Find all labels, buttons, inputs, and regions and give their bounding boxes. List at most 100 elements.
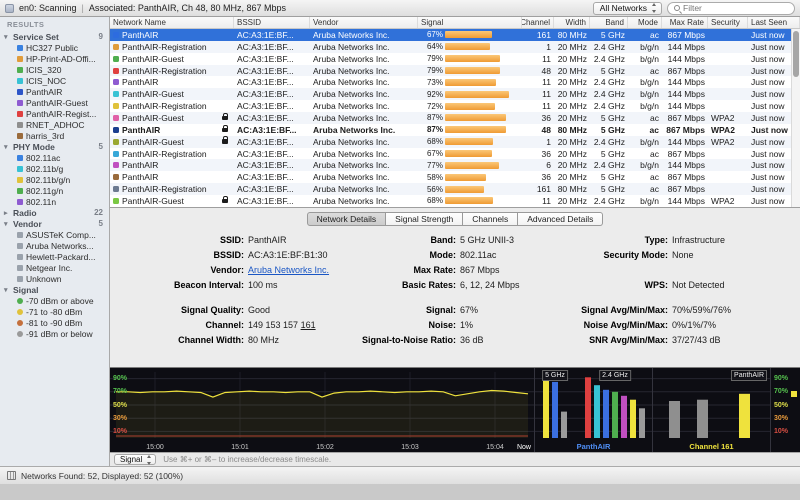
sidebar-item-802-11n[interactable]: 802.11n	[0, 196, 109, 207]
table-scrollbar[interactable]	[791, 29, 800, 207]
filter-field[interactable]	[667, 2, 795, 15]
network-color-icon	[113, 91, 119, 97]
band-cell: 2.4 GHz	[590, 41, 628, 53]
sidebar-item-71-to-80-dbm[interactable]: -71 to -80 dBm	[0, 306, 109, 317]
band-cell: 5 GHz	[590, 112, 628, 124]
table-row[interactable]: PanthAIRAC:A3:1E:BF...Aruba Networks Inc…	[110, 76, 800, 88]
bssid-cell: AC:A3:1E:BF...	[234, 76, 310, 88]
table-row[interactable]: PanthAIRAC:A3:1E:BF...Aruba Networks Inc…	[110, 171, 800, 183]
table-row[interactable]: PanthAIR-RegistrationAC:A3:1E:BF...Aruba…	[110, 183, 800, 195]
table-row[interactable]: PanthAIRAC:A3:1E:BF...Aruba Networks Inc…	[110, 29, 800, 41]
sidebar-item-aruba-networks[interactable]: Aruba Networks...	[0, 240, 109, 251]
tab-signal-strength[interactable]: Signal Strength	[386, 212, 463, 226]
table-row[interactable]: PanthAIR-RegistrationAC:A3:1E:BF...Aruba…	[110, 65, 800, 77]
table-row[interactable]: PanthAIRAC:A3:1E:BF...Aruba Networks Inc…	[110, 124, 800, 136]
column-header-bssid[interactable]: BSSID	[234, 17, 310, 28]
sidebar-item-81-to-90-dbm[interactable]: -81 to -90 dBm	[0, 317, 109, 328]
band-cell: 2.4 GHz	[590, 159, 628, 171]
associated-network-text: Associated: PanthAIR, Ch 48, 80 MHz, 867…	[89, 3, 286, 13]
disclosure-open-icon[interactable]: ▾	[4, 286, 13, 294]
sidebar-item-802-11b-g[interactable]: 802.11b/g	[0, 163, 109, 174]
sidebar-item-802-11g-n[interactable]: 802.11g/n	[0, 185, 109, 196]
sidebar-item-panthair-guest[interactable]: PanthAIR-Guest	[0, 97, 109, 108]
sidebar-item-panthair-regist[interactable]: PanthAIR-Regist...	[0, 108, 109, 119]
table-row[interactable]: PanthAIR-RegistrationAC:A3:1E:BF...Aruba…	[110, 148, 800, 160]
column-header-channel[interactable]: Channel	[522, 17, 554, 28]
networks-filter-dropdown[interactable]: All Networks	[593, 2, 662, 15]
channel-cell: 48	[522, 65, 554, 77]
disclosure-closed-icon[interactable]: ▸	[4, 209, 13, 217]
column-header-vendor[interactable]: Vendor	[310, 17, 418, 28]
scrollbar-thumb[interactable]	[793, 31, 799, 77]
table-row[interactable]: PanthAIR-GuestAC:A3:1E:BF...Aruba Networ…	[110, 88, 800, 100]
sidebar-group-phy-mode[interactable]: ▾PHY Mode5	[0, 141, 109, 152]
sidebar-item-icis-320[interactable]: ICIS_320	[0, 64, 109, 75]
sidebar-item-802-11b-g-n[interactable]: 802.11b/g/n	[0, 174, 109, 185]
table-row[interactable]: PanthAIR-RegistrationAC:A3:1E:BF...Aruba…	[110, 41, 800, 53]
band-cell: 5 GHz	[590, 124, 628, 136]
column-header-width[interactable]: Width	[554, 17, 590, 28]
sidebar-item-netgear-inc[interactable]: Netgear Inc.	[0, 262, 109, 273]
network-color-icon	[17, 166, 23, 172]
table-row[interactable]: PanthAIR-GuestAC:A3:1E:BF...Aruba Networ…	[110, 136, 800, 148]
tab-network-details[interactable]: Network Details	[307, 212, 387, 226]
column-header-last-seen[interactable]: Last Seen	[748, 17, 800, 28]
width-cell: 20 MHz	[554, 41, 590, 53]
sidebar-item-panthair[interactable]: PanthAIR	[0, 86, 109, 97]
network-name: PanthAIR-Registration	[122, 66, 207, 76]
sidebar-group-signal[interactable]: ▾Signal	[0, 284, 109, 295]
table-row[interactable]: PanthAIRAC:A3:1E:BF...Aruba Networks Inc…	[110, 159, 800, 171]
sidebar-item-rnet-adhoc[interactable]: RNET_ADHOC	[0, 119, 109, 130]
width-cell: 20 MHz	[554, 195, 590, 207]
detail-field-max-rate: Max Rate:867 Mbps	[360, 263, 572, 278]
column-header-mode[interactable]: Mode	[628, 17, 662, 28]
column-header-security[interactable]: Security	[708, 17, 748, 28]
security-cell: WPA2	[708, 136, 748, 148]
signal-level-dot	[17, 298, 23, 304]
metric-dropdown[interactable]: Signal	[114, 454, 156, 465]
vendor-link[interactable]: Aruba Networks Inc.	[248, 263, 329, 278]
sidebar-group-radio[interactable]: ▸Radio22	[0, 207, 109, 218]
disclosure-open-icon[interactable]: ▾	[4, 33, 13, 41]
table-row[interactable]: PanthAIR-GuestAC:A3:1E:BF...Aruba Networ…	[110, 195, 800, 207]
column-header-max-rate[interactable]: Max Rate	[662, 17, 708, 28]
network-color-icon	[113, 32, 119, 38]
network-color-icon	[113, 174, 119, 180]
sidebar-item-harris-3rd[interactable]: harris_3rd	[0, 130, 109, 141]
disclosure-open-icon[interactable]: ▾	[4, 220, 13, 228]
sidebar-item-hewlett-packard[interactable]: Hewlett-Packard...	[0, 251, 109, 262]
detail-field-ssid: SSID:PanthAIR	[110, 233, 360, 248]
column-header-network-name[interactable]: Network Name	[110, 17, 234, 28]
width-cell: 20 MHz	[554, 53, 590, 65]
network-name: PanthAIR-Guest	[122, 137, 184, 147]
sidebar-item-70-dbm-or-above[interactable]: -70 dBm or above	[0, 295, 109, 306]
columns-icon[interactable]	[7, 471, 16, 480]
mode-cell: b/g/n	[628, 195, 662, 207]
filter-input[interactable]	[683, 3, 788, 13]
sidebar-item-unknown[interactable]: Unknown	[0, 273, 109, 284]
sidebar-item-91-dbm-or-below[interactable]: -91 dBm or below	[0, 328, 109, 339]
chart-band-comparison: 5 GHz2.4 GHzPanthAIR	[534, 368, 652, 452]
security-cell: WPA2	[708, 195, 748, 207]
tab-advanced-details[interactable]: Advanced Details	[518, 212, 603, 226]
table-row[interactable]: PanthAIR-GuestAC:A3:1E:BF...Aruba Networ…	[110, 112, 800, 124]
sidebar-item-asustek-comp[interactable]: ASUSTeK Comp...	[0, 229, 109, 240]
column-header-band[interactable]: Band	[590, 17, 628, 28]
sidebar-item-hc327-public[interactable]: HC327 Public	[0, 42, 109, 53]
disclosure-open-icon[interactable]: ▾	[4, 143, 13, 151]
sidebar-item-802-11ac[interactable]: 802.11ac	[0, 152, 109, 163]
tab-channels[interactable]: Channels	[463, 212, 518, 226]
band-cell: 5 GHz	[590, 148, 628, 160]
sidebar-item-hp-print-ad-offi[interactable]: HP-Print-AD-Offi...	[0, 53, 109, 64]
networks-found-text: Networks Found: 52, Displayed: 52 (100%)	[21, 471, 183, 481]
x-axis-tick: 15:01	[231, 444, 249, 451]
sidebar-group-service-set[interactable]: ▾Service Set9	[0, 31, 109, 42]
sidebar-item-icis-noc[interactable]: ICIS_NOC	[0, 75, 109, 86]
sidebar-group-vendor[interactable]: ▾Vendor5	[0, 218, 109, 229]
table-row[interactable]: PanthAIR-GuestAC:A3:1E:BF...Aruba Networ…	[110, 53, 800, 65]
table-row[interactable]: PanthAIR-RegistrationAC:A3:1E:BF...Aruba…	[110, 100, 800, 112]
max-rate-cell: 867 Mbps	[662, 29, 708, 41]
y-axis-tick: 90%	[113, 374, 127, 383]
column-header-signal[interactable]: Signal	[418, 17, 522, 28]
group-count-badge: 5	[99, 142, 103, 151]
